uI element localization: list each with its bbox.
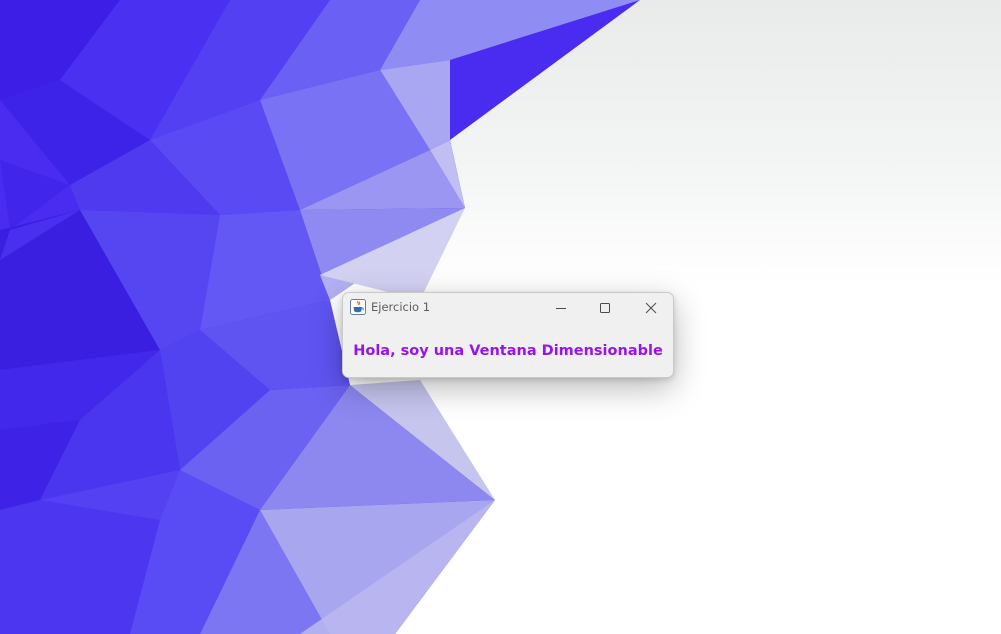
minimize-icon [556, 307, 566, 309]
maximize-icon [600, 302, 610, 313]
java-cup-icon [350, 299, 366, 315]
title-bar[interactable]: Ejercicio 1 [343, 293, 673, 322]
window-title: Ejercicio 1 [371, 300, 431, 314]
app-window: Ejercicio 1 Hola, soy una Ventana Dimens… [342, 292, 674, 378]
close-button[interactable] [629, 293, 673, 322]
message-label: Hola, soy una Ventana Dimensionable [353, 342, 663, 359]
minimize-button[interactable] [539, 293, 583, 322]
window-content: Hola, soy una Ventana Dimensionable [343, 322, 673, 377]
desktop: Ejercicio 1 Hola, soy una Ventana Dimens… [0, 0, 1001, 634]
close-icon [645, 302, 657, 313]
maximize-button[interactable] [583, 293, 627, 322]
